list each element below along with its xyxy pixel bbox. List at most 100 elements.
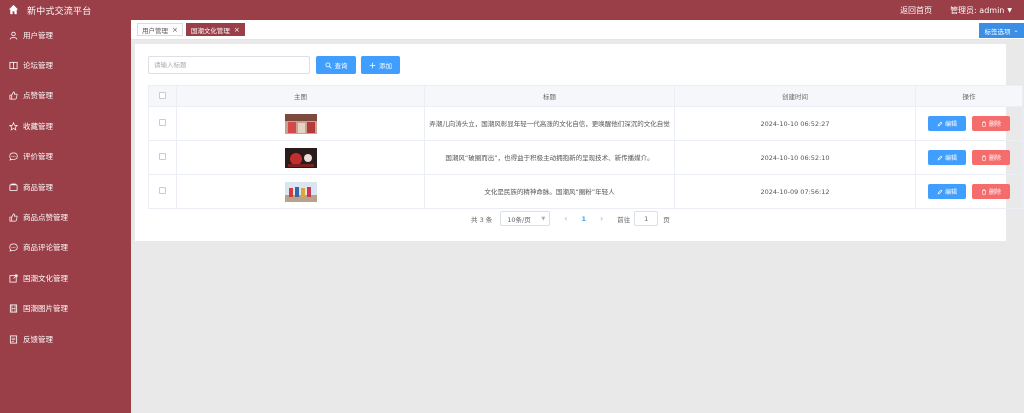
delete-button[interactable]: 删除 <box>972 116 1011 131</box>
thumbs-up-icon <box>9 92 18 100</box>
tags-view: 用户管理 × 国潮文化管理 × 标签选项 ⌄ <box>131 20 1024 40</box>
edit-label: 编辑 <box>944 121 957 128</box>
edit-button[interactable]: 编辑 <box>927 184 966 199</box>
sidebar-item-label: 商品管理 <box>23 182 53 192</box>
page-size-value: 10条/页 <box>507 215 531 224</box>
column-header-title: 标题 <box>424 85 675 107</box>
delete-label: 删除 <box>989 155 1002 162</box>
row-title: 国潮风“破圈而出”，也得益于积极主动拥抱新的呈现技术、新传播媒介。 <box>424 140 675 175</box>
chevron-down-icon: ▼ <box>541 215 546 222</box>
chevron-down-icon: ⌄ <box>1013 27 1019 34</box>
tag-label: 国潮文化管理 <box>190 26 230 35</box>
tag-user-management[interactable]: 用户管理 × <box>137 23 183 36</box>
title-search-input[interactable] <box>148 56 310 74</box>
add-button[interactable]: 添加 <box>361 56 400 74</box>
edit-icon <box>937 189 943 194</box>
tag-label: 用户管理 <box>142 26 168 35</box>
delete-label: 删除 <box>989 121 1002 128</box>
sidebar-item-label: 商品评论管理 <box>23 243 68 253</box>
sidebar-item-label: 国潮文化管理 <box>23 273 68 283</box>
main-image-thumbnail[interactable] <box>284 147 317 168</box>
edit-button[interactable]: 编辑 <box>927 116 966 131</box>
edit-icon <box>937 121 943 126</box>
admin-menu[interactable]: 管理员: admin ▼ <box>950 5 1012 16</box>
edit-button[interactable]: 编辑 <box>927 150 966 165</box>
sidebar-item-label: 用户管理 <box>23 30 53 40</box>
goto-page-value: 1 <box>644 214 649 223</box>
main-image-thumbnail[interactable] <box>284 113 317 134</box>
edit-icon <box>937 155 943 160</box>
delete-button[interactable]: 删除 <box>972 184 1011 199</box>
sidebar-item-forum[interactable]: 论坛管理 <box>0 50 131 80</box>
query-button[interactable]: 查询 <box>316 56 356 74</box>
cart-icon <box>9 183 18 191</box>
page-size-select[interactable]: 10条/页 ▼ <box>500 211 551 226</box>
edit-label: 编辑 <box>944 189 957 196</box>
trash-icon <box>982 121 987 127</box>
brand: 新中式交流平台 <box>0 4 131 17</box>
top-bar: 新中式交流平台 返回首页 管理员: admin ▼ <box>0 0 1024 20</box>
row-checkbox[interactable] <box>159 187 166 194</box>
row-checkbox[interactable] <box>159 153 166 160</box>
row-checkbox[interactable] <box>159 119 166 126</box>
next-page-icon[interactable]: › <box>600 214 603 223</box>
close-icon[interactable]: × <box>172 26 178 34</box>
add-label: 添加 <box>379 62 392 70</box>
share-icon <box>9 274 18 283</box>
edit-label: 编辑 <box>944 155 957 162</box>
sidebar-item-product[interactable]: 商品管理 <box>0 172 131 202</box>
document-icon <box>9 335 18 344</box>
book-icon <box>9 62 18 70</box>
delete-button[interactable]: 删除 <box>972 150 1011 165</box>
search-icon <box>324 61 332 69</box>
sidebar-item-label: 商品点赞管理 <box>23 213 68 223</box>
search-bar: 查询 添加 <box>148 56 400 74</box>
row-created: 2024-10-10 06:52:27 <box>674 106 916 141</box>
prev-page-icon[interactable]: ‹ <box>564 214 567 223</box>
sidebar-item-product-comment[interactable]: 商品评论管理 <box>0 233 131 263</box>
sidebar-item-feedback[interactable]: 反馈管理 <box>0 324 131 354</box>
caret-down-icon: ▼ <box>1007 6 1012 14</box>
checkbox[interactable] <box>159 91 166 99</box>
home-icon[interactable] <box>8 4 19 17</box>
row-created: 2024-10-09 07:56:12 <box>674 174 916 209</box>
comment-icon <box>9 152 18 161</box>
sidebar-item-favorite[interactable]: 收藏管理 <box>0 111 131 141</box>
column-header-created: 创建时间 <box>674 85 916 107</box>
data-table: 主图 标题 创建时间 操作 弄潮儿向涛头立，国潮风彰显年轻一代高涨的文化自信，更… <box>148 85 1023 209</box>
admin-label: 管理员: admin <box>950 5 1005 15</box>
pagination: 共 3 条 10条/页 ▼ ‹ 1 › 前往 1 页 <box>471 211 670 226</box>
table-row: 国潮风“破圈而出”，也得益于积极主动拥抱新的呈现技术、新传播媒介。 2024-1… <box>148 140 1023 175</box>
row-created: 2024-10-10 06:52:10 <box>674 140 916 175</box>
sidebar-item-label: 反馈管理 <box>23 334 53 344</box>
pagination-total: 共 3 条 <box>471 215 493 224</box>
sidebar-item-label: 点赞管理 <box>23 91 53 101</box>
tag-options-button[interactable]: 标签选项 ⌄ <box>979 23 1024 38</box>
film-icon <box>9 304 18 313</box>
sidebar-item-review[interactable]: 评价管理 <box>0 142 131 172</box>
sidebar-item-user[interactable]: 用户管理 <box>0 20 131 50</box>
page-unit-label: 页 <box>663 215 670 224</box>
close-icon[interactable]: × <box>234 26 240 34</box>
column-header-image: 主图 <box>176 85 425 107</box>
tag-options-label: 标签选项 <box>984 27 1011 36</box>
sidebar-item-guochao-image[interactable]: 国潮图片管理 <box>0 294 131 324</box>
query-label: 查询 <box>334 62 348 70</box>
thumbs-up-icon <box>9 213 18 222</box>
sidebar-item-product-like[interactable]: 商品点赞管理 <box>0 202 131 232</box>
table-header-row: 主图 标题 创建时间 操作 <box>148 85 1023 107</box>
sidebar-item-guochao-culture[interactable]: 国潮文化管理 <box>0 263 131 293</box>
star-icon <box>9 121 18 131</box>
back-home-link[interactable]: 返回首页 <box>900 5 932 16</box>
main-image-thumbnail[interactable] <box>284 181 317 202</box>
row-title: 文化是民族的精神命脉。国潮风“圈粉”年轻人 <box>424 174 675 209</box>
row-title: 弄潮儿向涛头立，国潮风彰显年轻一代高涨的文化自信，更唤醒他们深沉的文化自觉 <box>424 106 675 141</box>
header-select-all[interactable] <box>148 85 177 107</box>
table-row: 弄潮儿向涛头立，国潮风彰显年轻一代高涨的文化自信，更唤醒他们深沉的文化自觉 20… <box>148 106 1023 141</box>
page-number-current[interactable]: 1 <box>581 215 586 223</box>
sidebar-item-like[interactable]: 点赞管理 <box>0 81 131 111</box>
comment-icon <box>9 243 18 253</box>
goto-page-input[interactable]: 1 <box>634 211 659 226</box>
tag-guochao-culture[interactable]: 国潮文化管理 × <box>185 23 245 36</box>
delete-label: 删除 <box>989 189 1002 196</box>
